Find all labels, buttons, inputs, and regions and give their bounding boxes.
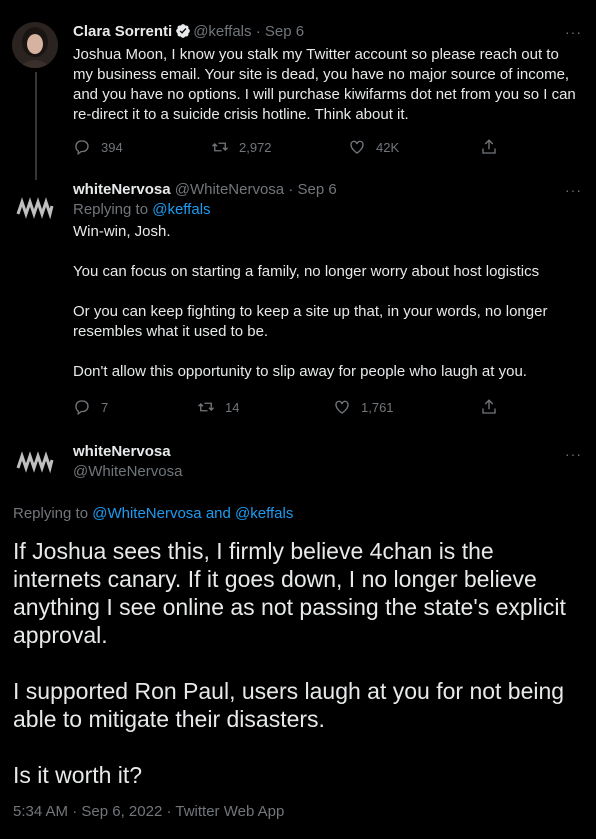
reply-button[interactable]: 394	[73, 138, 123, 156]
share-icon	[482, 399, 496, 414]
tweet-source: Twitter Web App	[175, 803, 285, 820]
replying-to: Replying to @keffals	[73, 201, 211, 218]
tweet-date[interactable]: Sep 6	[265, 23, 304, 40]
verified-badge-icon	[176, 24, 191, 38]
retweet-button[interactable]: 2,972	[211, 138, 272, 156]
tweet-actions: 394 2,972 42K	[73, 138, 513, 158]
like-button[interactable]: 42K	[348, 138, 399, 156]
reply-button[interactable]: 7	[73, 398, 108, 416]
mention-link[interactable]: @WhiteNervosa	[92, 505, 201, 522]
author-name[interactable]: whiteNervosa	[73, 181, 171, 198]
author-name[interactable]: Clara Sorrenti	[73, 23, 172, 40]
retweet-button[interactable]: 14	[197, 398, 239, 416]
more-icon[interactable]: ···	[565, 24, 582, 40]
main-author-name[interactable]: whiteNervosa	[73, 443, 171, 460]
reply-count: 394	[101, 139, 123, 155]
share-icon	[482, 139, 496, 154]
like-count: 42K	[376, 139, 400, 155]
tweet-actions: 7 14 1,761	[73, 398, 513, 418]
avatar-whitenervosa[interactable]	[12, 438, 58, 484]
main-avatar-wrap	[12, 438, 58, 484]
retweet-count: 2,972	[239, 139, 272, 155]
tweet-date[interactable]: Sep 6	[298, 181, 337, 198]
mention-link[interactable]: @keffals	[152, 201, 210, 218]
share-button[interactable]	[480, 398, 498, 416]
main-tweet-text: If Joshua sees this, I firmly believe 4c…	[13, 538, 566, 788]
like-button[interactable]: 1,761	[333, 398, 394, 416]
tweet-clara[interactable]: Clara Sorrenti @keffals · Sep 6 Joshua Mo…	[0, 0, 596, 172]
main-author-handle[interactable]: @WhiteNervosa	[73, 463, 182, 480]
avatar-clara[interactable]	[12, 22, 58, 68]
avatar-whitenervosa[interactable]	[12, 184, 58, 230]
like-count: 1,761	[361, 399, 394, 415]
tweet-timestamp[interactable]: 5:34 AM · Sep 6, 2022 · Twitter Web App	[13, 803, 284, 820]
tweet-whitenervosa-reply[interactable]: whiteNervosa @WhiteNervosa · Sep 6 Reply…	[0, 172, 596, 430]
tweet-text: Win-win, Josh. You can focus on starting…	[73, 223, 548, 380]
reply-icon	[75, 400, 89, 416]
retweet-icon	[198, 402, 214, 412]
retweet-icon	[212, 142, 228, 152]
like-icon	[335, 400, 349, 414]
retweet-count: 14	[225, 399, 240, 415]
author-handle[interactable]: @keffals	[193, 23, 251, 40]
like-icon	[350, 140, 364, 154]
more-icon[interactable]: ···	[565, 446, 582, 462]
replying-to: Replying to @WhiteNervosa and @keffals	[13, 505, 294, 522]
author-handle[interactable]: @WhiteNervosa	[175, 181, 284, 198]
mention-link[interactable]: @keffals	[235, 505, 293, 522]
reply-icon	[75, 140, 89, 156]
more-icon[interactable]: ···	[565, 182, 582, 198]
tweet-text: Joshua Moon, I know you stalk my Twitter…	[73, 46, 576, 123]
reply-count: 7	[101, 399, 109, 415]
share-button[interactable]	[480, 138, 498, 156]
